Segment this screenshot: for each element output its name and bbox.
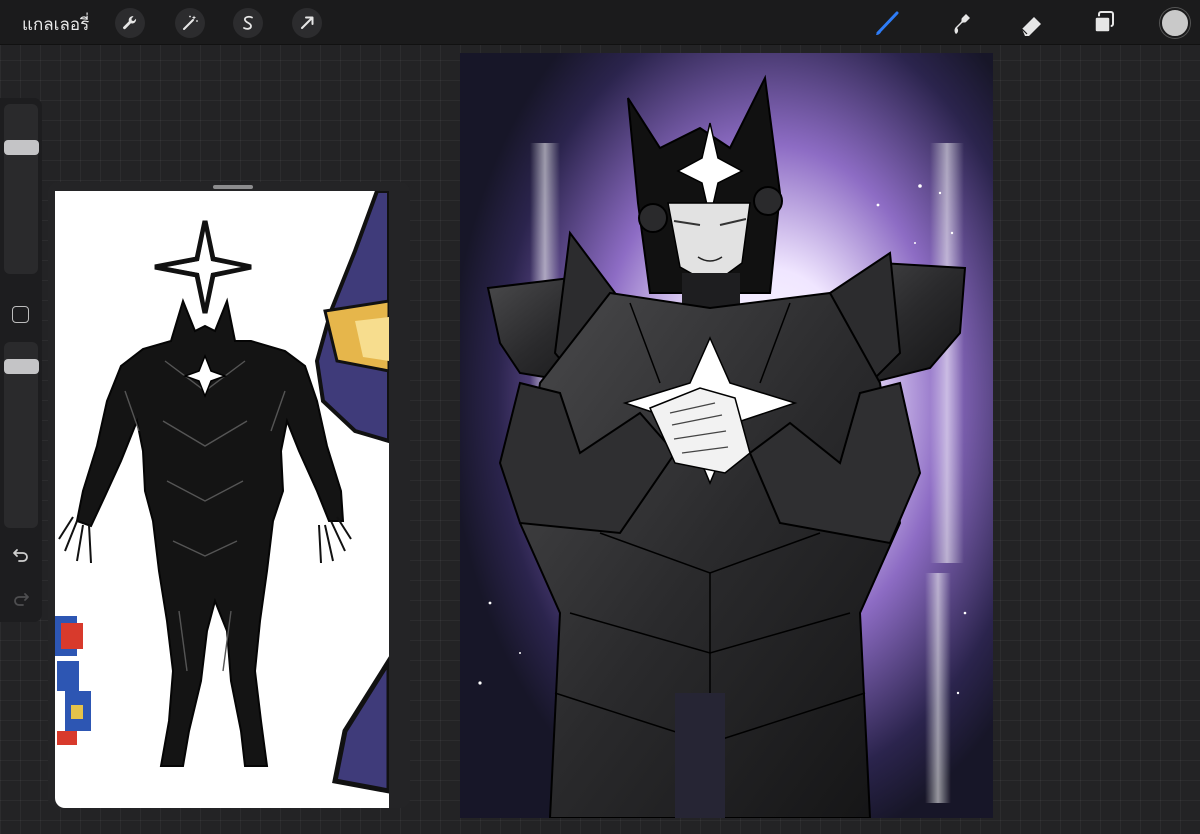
undo-icon[interactable] (8, 542, 34, 568)
color-picker-button[interactable] (1160, 8, 1190, 38)
redo-icon[interactable] (8, 586, 34, 612)
transform-arrow-icon[interactable] (292, 8, 322, 38)
reference-drag-handle[interactable] (213, 185, 253, 189)
selection-icon[interactable] (233, 8, 263, 38)
gallery-button[interactable]: แกลเลอรี่ (22, 11, 89, 38)
left-sidebar (0, 98, 42, 622)
drawing-canvas[interactable] (460, 53, 993, 818)
layers-icon[interactable] (1087, 6, 1121, 40)
reference-image (55, 191, 389, 808)
magic-wand-icon[interactable] (175, 8, 205, 38)
modify-square-button[interactable] (12, 306, 29, 323)
brush-size-thumb[interactable] (4, 140, 39, 156)
eraser-icon[interactable] (1015, 6, 1049, 40)
brush-icon[interactable] (870, 6, 904, 40)
top-toolbar: แกลเลอรี่ (0, 0, 1200, 45)
opacity-thumb[interactable] (4, 359, 39, 375)
smudge-icon[interactable] (944, 6, 978, 40)
brush-size-slider[interactable] (4, 104, 38, 274)
wrench-icon[interactable] (115, 8, 145, 38)
reference-window[interactable] (48, 182, 410, 808)
